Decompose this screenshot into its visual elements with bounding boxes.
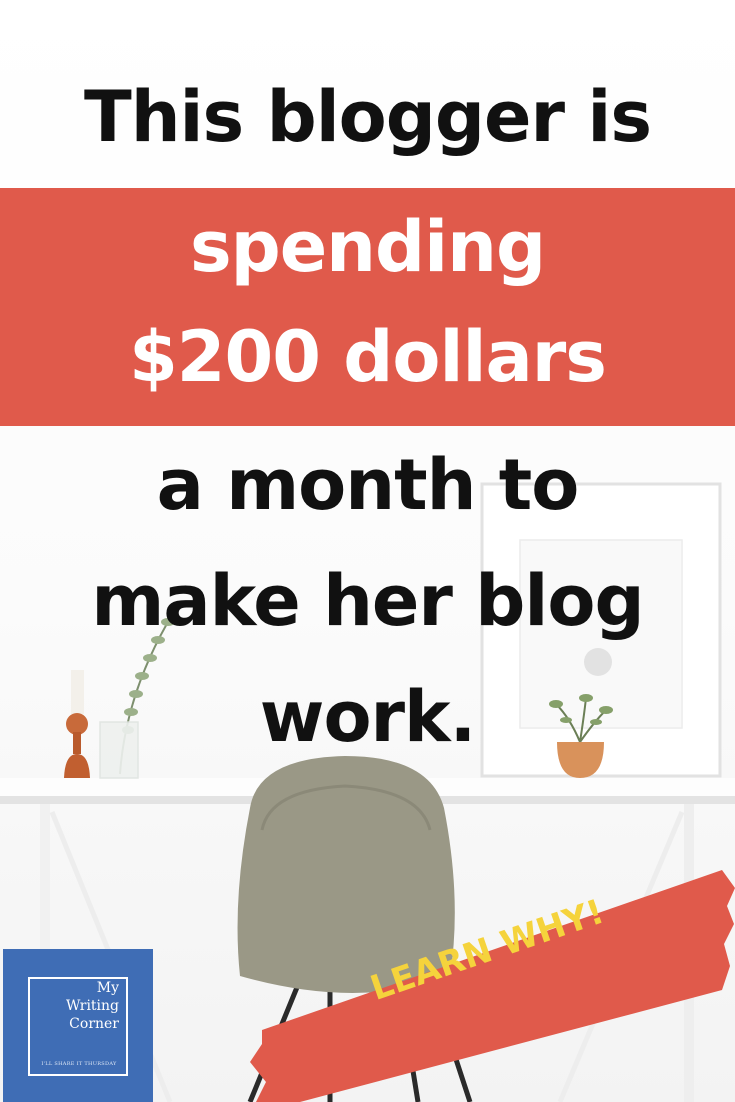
brand-name-line-1: My (96, 980, 119, 996)
headline-line-1: This blogger is (83, 76, 652, 158)
headline-line-5: make her blog (91, 560, 644, 642)
headline-line-4: a month to (156, 444, 580, 526)
desk-scene-illustration (0, 482, 735, 1102)
brand-name: My Writing Corner (35, 979, 119, 1033)
headline-line-6: work. (259, 676, 476, 758)
brand-tagline: I'LL SHARE IT THURSDAY (41, 1061, 117, 1067)
brand-name-line-3: Corner (69, 1016, 119, 1032)
pin-graphic: This blogger is spending $200 dollars a … (0, 0, 735, 1102)
headline-line-2: spending (189, 206, 546, 288)
brand-logo-badge: My Writing Corner I'LL SHARE IT THURSDAY (3, 949, 153, 1102)
headline-line-3: $200 dollars (129, 316, 607, 398)
brand-name-line-2: Writing (65, 998, 119, 1014)
